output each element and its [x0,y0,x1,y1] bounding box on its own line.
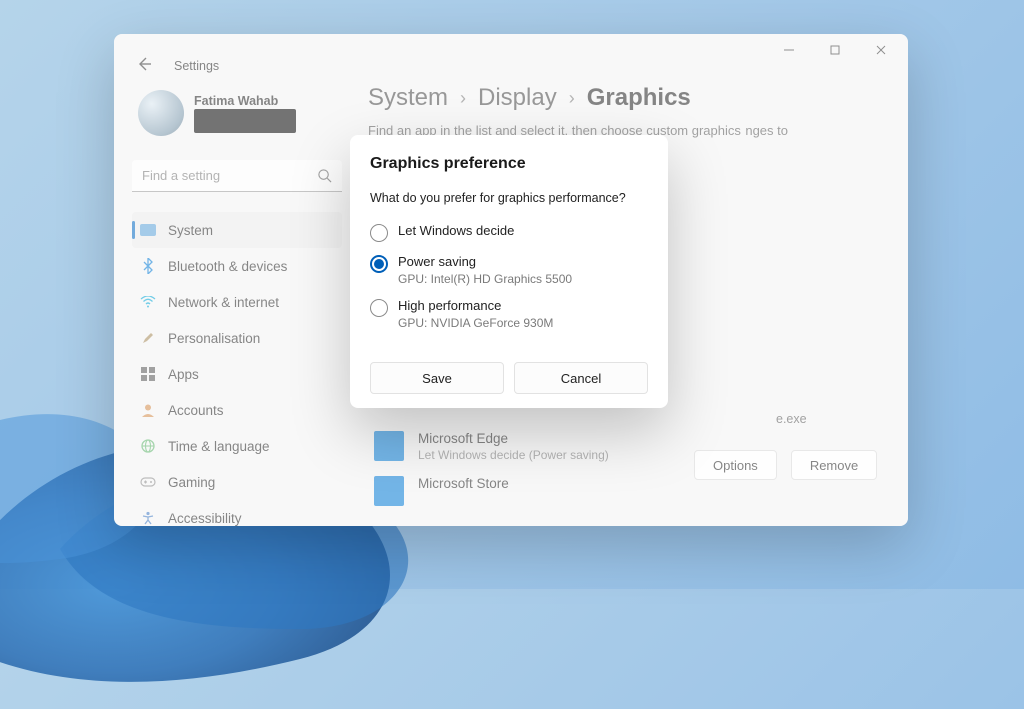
cancel-button[interactable]: Cancel [514,362,648,394]
dialog-title: Graphics preference [370,155,648,173]
radio-icon [370,224,388,242]
radio-icon [370,299,388,317]
radio-icon [370,255,388,273]
radio-option-high-performance[interactable]: High performance GPU: NVIDIA GeForce 930… [370,292,648,336]
radio-label: Power saving [398,254,572,269]
dialog-question: What do you prefer for graphics performa… [370,191,648,205]
radio-label: Let Windows decide [398,223,514,238]
radio-option-power-saving[interactable]: Power saving GPU: Intel(R) HD Graphics 5… [370,248,648,292]
save-button[interactable]: Save [370,362,504,394]
graphics-preference-dialog: Graphics preference What do you prefer f… [350,135,668,408]
radio-group: Let Windows decide Power saving GPU: Int… [370,217,648,336]
radio-sublabel: GPU: Intel(R) HD Graphics 5500 [398,272,572,286]
radio-option-let-windows-decide[interactable]: Let Windows decide [370,217,648,248]
radio-label: High performance [398,298,553,313]
radio-sublabel: GPU: NVIDIA GeForce 930M [398,316,553,330]
